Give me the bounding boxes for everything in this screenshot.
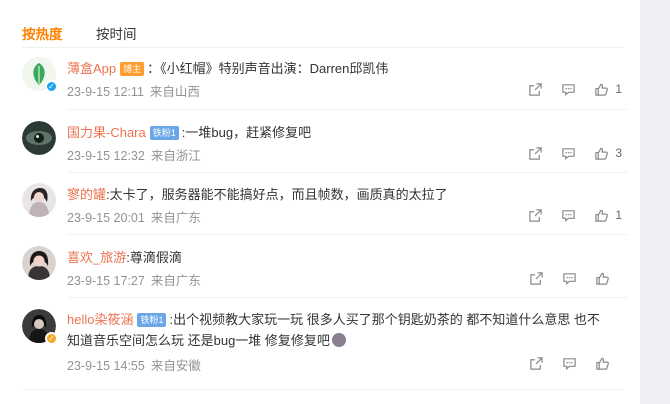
- share-button[interactable]: [528, 82, 543, 97]
- blogger-badge: 博主: [120, 62, 145, 76]
- comment-item: ✓ hello染筱涵 铁粉1:出个视频教大家玩一玩 很多人买了那个钥匙奶茶的 都不…: [22, 309, 628, 379]
- fan-badge: 铁粉1: [137, 313, 167, 327]
- comment-time: 23-9-15 17:27: [67, 274, 145, 288]
- scrollbar-track[interactable]: [640, 0, 670, 404]
- like-button[interactable]: [595, 356, 622, 371]
- comment-location: 来自安徽: [150, 359, 201, 373]
- comments-panel: 按热度 按时间 ✓ 薄盒App 博主 ：《小红帽》特别声音出演：Darren邱凯伟 …: [0, 0, 640, 404]
- like-button[interactable]: 3: [594, 146, 622, 161]
- comment-text: :尊滴假滴: [126, 250, 182, 265]
- share-button[interactable]: [529, 271, 544, 286]
- like-icon: [595, 147, 609, 160]
- comment-actions: 3: [510, 144, 622, 162]
- avatar[interactable]: [22, 246, 56, 280]
- comment-text-line: 喜欢_旅游:尊滴假滴: [67, 248, 627, 267]
- comment-time: 23-9-15 12:32: [67, 149, 145, 163]
- like-count: 1: [615, 208, 622, 222]
- comment-text-line: 薄盒App 博主 ：《小红帽》特别声音出演：Darren邱凯伟: [67, 59, 627, 78]
- reply-button[interactable]: [562, 271, 577, 286]
- person-avatar-icon: [22, 183, 56, 217]
- divider: [67, 109, 628, 110]
- share-button[interactable]: [529, 356, 544, 371]
- comment-icon: [562, 209, 576, 222]
- comment-actions: [511, 269, 622, 287]
- like-button[interactable]: [595, 271, 622, 286]
- comment-text-line: hello染筱涵 铁粉1:出个视频教大家玩一玩 很多人买了那个钥匙奶茶的 都不知道…: [67, 309, 627, 351]
- comment-meta: 23-9-15 12:11 来自山西: [67, 81, 200, 100]
- comment-meta: 23-9-15 14:55 来自安徽: [67, 355, 201, 374]
- like-icon: [595, 209, 609, 222]
- comment-time: 23-9-15 14:55: [67, 359, 145, 373]
- comment-username[interactable]: hello染筱涵: [67, 312, 133, 327]
- share-button[interactable]: [528, 208, 543, 223]
- share-icon: [529, 82, 543, 96]
- comment-meta: 23-9-15 17:27 来自广东: [67, 270, 201, 289]
- comment-username[interactable]: 喜欢_旅游: [67, 250, 126, 265]
- comment-text: :一堆bug，赶紧修复吧: [181, 125, 312, 140]
- comment-time: 23-9-15 12:11: [67, 85, 144, 99]
- like-button[interactable]: 1: [594, 208, 622, 223]
- comment-text-line: 国力果-Chara 铁粉1:一堆bug，赶紧修复吧: [67, 123, 627, 142]
- comment-location: 来自广东: [150, 211, 201, 225]
- emoji-icon: [331, 333, 346, 347]
- like-icon: [595, 83, 609, 96]
- eye-avatar-icon: [22, 121, 56, 155]
- reply-button[interactable]: [562, 356, 577, 371]
- reply-button[interactable]: [561, 82, 576, 97]
- reply-button[interactable]: [561, 146, 576, 161]
- share-icon: [530, 356, 543, 370]
- comment-item: 喜欢_旅游:尊滴假滴 23-9-15 17:27 来自广东: [22, 246, 628, 296]
- verified-icon: ✓: [45, 332, 58, 345]
- avatar[interactable]: [22, 121, 56, 155]
- comment-icon: [563, 272, 576, 285]
- comment-location: 来自浙江: [150, 149, 201, 163]
- comment-username[interactable]: 寥的罐: [67, 187, 106, 202]
- divider: [67, 297, 628, 298]
- comment-meta: 23-9-15 12:32 来自浙江: [67, 145, 201, 164]
- like-icon: [596, 357, 609, 370]
- comment-time: 23-9-15 20:01: [67, 211, 145, 225]
- fan-badge: 铁粉1: [149, 126, 179, 140]
- tab-sort-by-hot[interactable]: 按热度: [22, 23, 63, 43]
- comment-text: :太卡了，服务器能不能搞好点，而且帧数，画质真的太拉了: [106, 187, 448, 202]
- comment-meta: 23-9-15 20:01 来自广东: [67, 207, 201, 226]
- comment-username[interactable]: 薄盒App: [67, 61, 116, 76]
- like-icon: [596, 272, 609, 285]
- comment-text: :出个视频教大家玩一玩 很多人买了那个钥匙奶茶的 都不知道什么意思 也不: [169, 312, 600, 327]
- like-count: 1: [615, 82, 622, 96]
- comment-username[interactable]: 国力果-Chara: [67, 125, 146, 140]
- like-button[interactable]: 1: [594, 82, 622, 97]
- comment-location: 来自广东: [150, 274, 201, 288]
- comment-icon: [562, 147, 576, 160]
- comment-actions: [511, 354, 622, 372]
- tabs-divider: [22, 47, 624, 48]
- tab-sort-by-time[interactable]: 按时间: [96, 23, 137, 43]
- comment-text: ：《小红帽》特别声音出演：Darren邱凯伟: [147, 61, 389, 76]
- share-button[interactable]: [528, 146, 543, 161]
- comment-actions: 1: [510, 80, 622, 98]
- avatar[interactable]: [22, 183, 56, 217]
- comment-location: 来自山西: [149, 85, 200, 99]
- comment-item: 国力果-Chara 铁粉1:一堆bug，赶紧修复吧 23-9-15 12:32 来自…: [22, 121, 628, 171]
- divider: [22, 389, 624, 390]
- share-icon: [529, 208, 543, 222]
- share-icon: [530, 271, 543, 285]
- verified-icon: ✓: [45, 80, 58, 93]
- reply-button[interactable]: [561, 208, 576, 223]
- divider: [67, 172, 628, 173]
- comment-icon: [563, 357, 576, 370]
- like-count: 3: [615, 146, 622, 160]
- comment-text-line: 寥的罐:太卡了，服务器能不能搞好点，而且帧数，画质真的太拉了: [67, 185, 627, 204]
- comment-icon: [562, 83, 576, 96]
- share-icon: [529, 146, 543, 160]
- comment-actions: 1: [510, 206, 622, 224]
- comment-text: 知道音乐空间怎么玩 还是bug一堆 修复修复吧: [67, 333, 330, 348]
- comment-item: 寥的罐:太卡了，服务器能不能搞好点，而且帧数，画质真的太拉了 23-9-15 2…: [22, 183, 628, 233]
- divider: [67, 234, 628, 235]
- comment-item: ✓ 薄盒App 博主 ：《小红帽》特别声音出演：Darren邱凯伟 23-9-15 …: [22, 57, 628, 107]
- person-avatar-icon: [22, 246, 56, 280]
